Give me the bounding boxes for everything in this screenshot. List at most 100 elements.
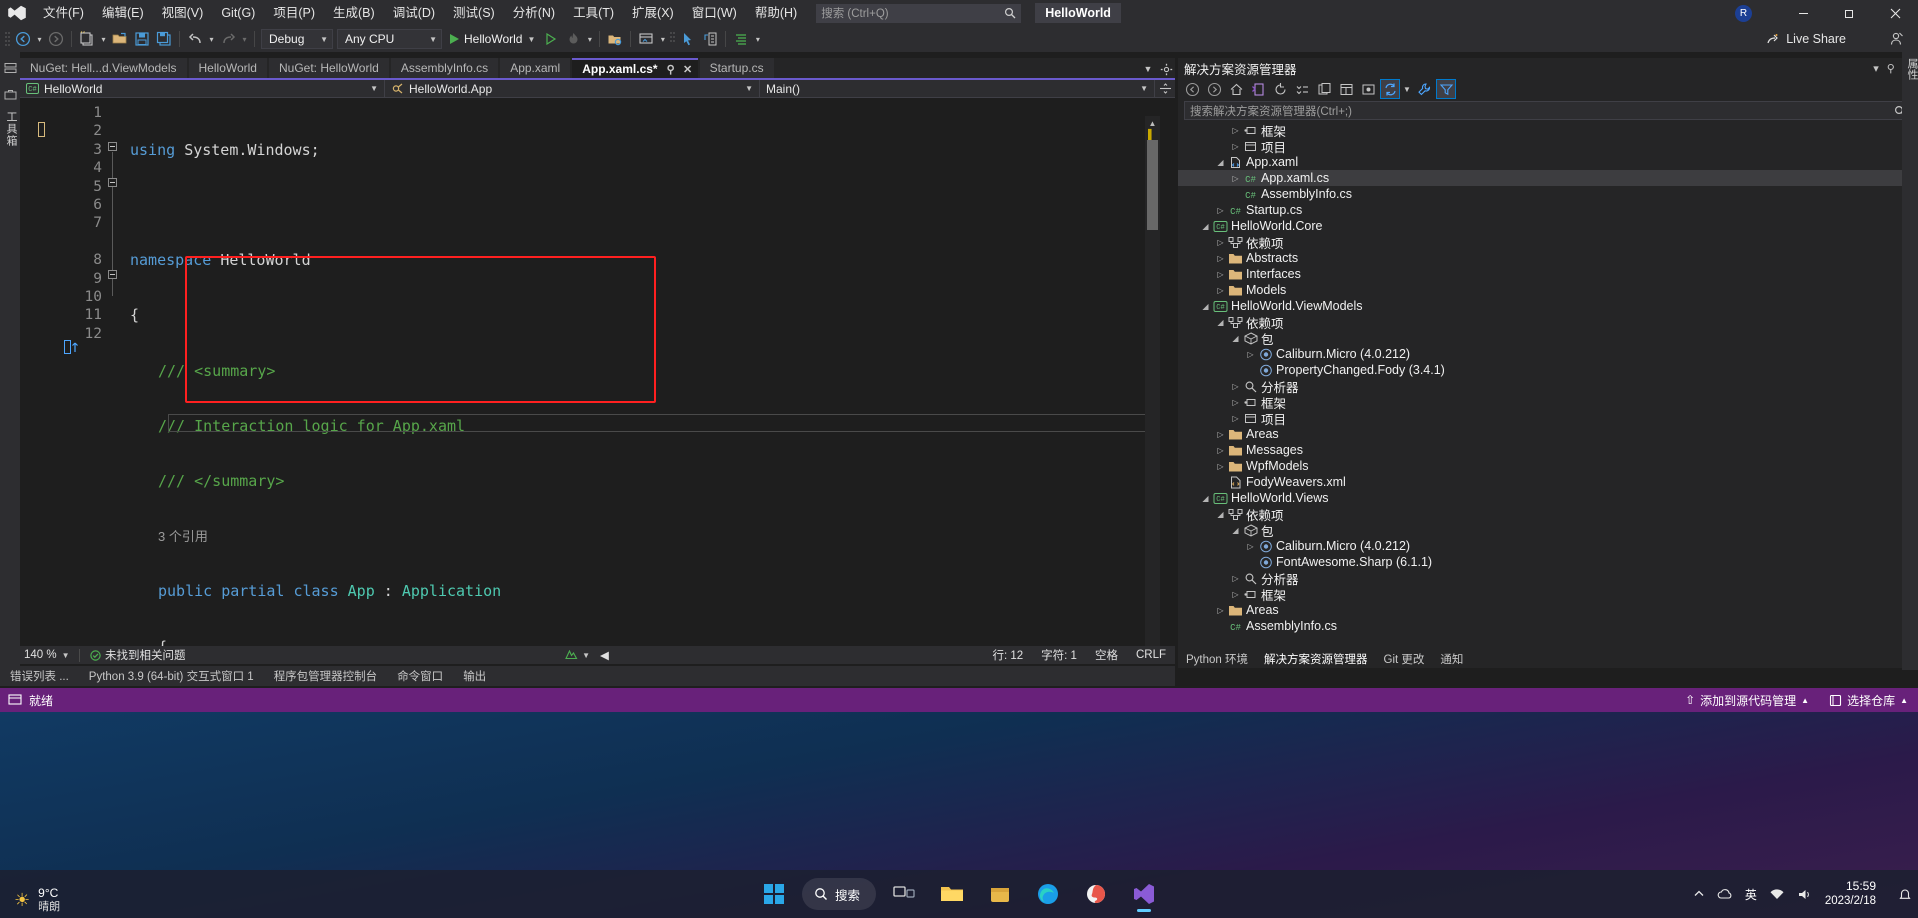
refresh-icon[interactable] bbox=[1270, 79, 1290, 99]
preview-selected-icon[interactable] bbox=[1358, 79, 1378, 99]
volume-icon[interactable] bbox=[1797, 888, 1813, 901]
notification-bell-icon[interactable] bbox=[1898, 887, 1912, 901]
tree-item[interactable]: ◢ App.xaml bbox=[1178, 154, 1918, 170]
sidebar-item-properties[interactable]: 属性 bbox=[1902, 52, 1918, 86]
expanded-chevron-icon[interactable]: ◢ bbox=[1229, 522, 1242, 538]
tab-startup-cs[interactable]: Startup.cs bbox=[699, 58, 774, 78]
indentation-mode[interactable]: 空格 bbox=[1086, 647, 1127, 663]
code-text[interactable]: using System.Windows; namespace HelloWor… bbox=[130, 104, 501, 646]
select-folder-icon[interactable] bbox=[604, 28, 626, 50]
navigate-forward-icon[interactable] bbox=[45, 28, 67, 50]
edge-browser-button[interactable] bbox=[1028, 874, 1068, 914]
show-all-files-icon[interactable] bbox=[1314, 79, 1334, 99]
tree-item[interactable]: ▷ 分析器 bbox=[1178, 378, 1918, 395]
bottom-tab-solution-explorer[interactable]: 解决方案资源管理器 bbox=[1256, 651, 1376, 667]
fold-namespace-toggle[interactable] bbox=[108, 142, 117, 151]
sync-with-active-document-icon[interactable] bbox=[1380, 79, 1400, 99]
collapsed-chevron-icon[interactable]: ▷ bbox=[1214, 266, 1227, 282]
panel-tab-python-interactive[interactable]: Python 3.9 (64-bit) 交互式窗口 1 bbox=[79, 668, 264, 684]
store-button[interactable] bbox=[980, 874, 1020, 914]
split-left-icon[interactable]: ◀ bbox=[595, 648, 614, 662]
tree-item[interactable]: FodyWeavers.xml bbox=[1178, 474, 1918, 490]
tree-item[interactable]: ◢ C# HelloWorld.Views bbox=[1178, 490, 1918, 506]
menu-file[interactable]: 文件(F) bbox=[34, 4, 93, 23]
sidebar-item-toolbox[interactable]: 工具箱 bbox=[0, 104, 22, 154]
collapsed-chevron-icon[interactable]: ▷ bbox=[1244, 346, 1257, 362]
panel-tab-output[interactable]: 输出 bbox=[453, 668, 496, 684]
expanded-chevron-icon[interactable]: ◢ bbox=[1199, 490, 1212, 506]
quick-search-input[interactable]: 搜索 (Ctrl+Q) bbox=[816, 3, 1022, 23]
tree-item[interactable]: ▷ 依赖项 bbox=[1178, 234, 1918, 251]
solution-name-chip[interactable]: HelloWorld bbox=[1035, 3, 1121, 23]
tree-item[interactable]: ▷ 项目 bbox=[1178, 138, 1918, 155]
tree-item[interactable]: ▷ Caliburn.Micro (4.0.212) bbox=[1178, 538, 1918, 554]
collapsed-chevron-icon[interactable]: ▷ bbox=[1229, 570, 1242, 586]
collapsed-chevron-icon[interactable]: ▷ bbox=[1214, 426, 1227, 442]
solution-configuration-combo[interactable]: Debug ▼ bbox=[261, 29, 333, 49]
tree-item[interactable]: ◢ C# HelloWorld.ViewModels bbox=[1178, 298, 1918, 314]
navigate-backward-icon[interactable] bbox=[12, 28, 34, 50]
undo-icon[interactable] bbox=[184, 28, 206, 50]
pointer-select-icon[interactable] bbox=[677, 28, 699, 50]
filter-icon[interactable] bbox=[1436, 79, 1456, 99]
collapsed-chevron-icon[interactable]: ▷ bbox=[1214, 282, 1227, 298]
back-icon[interactable] bbox=[1182, 79, 1202, 99]
solution-explorer-tree[interactable]: ▷ 框架 ▷ 项目 ◢ App.xaml ▷ C# App.xaml.cs C# AssemblyI… bbox=[1178, 122, 1918, 642]
paint-button[interactable] bbox=[1076, 874, 1116, 914]
collapsed-chevron-icon[interactable]: ▷ bbox=[1229, 122, 1242, 138]
home-icon[interactable] bbox=[1226, 79, 1246, 99]
collapsed-chevron-icon[interactable]: ▷ bbox=[1244, 538, 1257, 554]
pin-tab-icon[interactable]: ⚲ bbox=[665, 63, 677, 76]
fold-doccomment-toggle[interactable] bbox=[108, 178, 117, 187]
window-layout-icon[interactable] bbox=[635, 28, 657, 50]
ime-indicator[interactable]: 英 bbox=[1745, 886, 1757, 903]
menu-git[interactable]: Git(G) bbox=[212, 4, 264, 23]
align-lines-icon[interactable] bbox=[730, 28, 752, 50]
navigate-backward-dropdown-icon[interactable]: ▾ bbox=[34, 28, 45, 50]
window-layout-dropdown-icon[interactable]: ▾ bbox=[657, 28, 668, 50]
scroll-up-icon[interactable]: ▲ bbox=[1145, 116, 1160, 131]
menu-help[interactable]: 帮助(H) bbox=[746, 4, 806, 23]
new-project-dropdown-icon[interactable]: ▾ bbox=[98, 28, 109, 50]
start-debugging-button[interactable]: HelloWorld ▼ bbox=[444, 28, 540, 50]
tree-item[interactable]: ▷ Areas bbox=[1178, 426, 1918, 442]
taskbar-time[interactable]: 15:59 bbox=[1846, 879, 1876, 893]
maximize-button[interactable] bbox=[1826, 0, 1872, 26]
select-repository-button[interactable]: 选择仓库 ▲ bbox=[1819, 688, 1918, 712]
fold-class-toggle[interactable] bbox=[108, 270, 117, 279]
new-project-icon[interactable] bbox=[76, 28, 98, 50]
tree-item[interactable]: ▷ C# Startup.cs bbox=[1178, 202, 1918, 218]
panel-float-icon[interactable]: ▾ bbox=[1873, 62, 1879, 75]
close-button[interactable] bbox=[1872, 0, 1918, 26]
menu-project[interactable]: 项目(P) bbox=[264, 4, 324, 23]
expanded-chevron-icon[interactable]: ◢ bbox=[1214, 154, 1227, 170]
codelens-anchor-icon[interactable] bbox=[64, 338, 90, 356]
solution-platform-combo[interactable]: Any CPU ▼ bbox=[337, 29, 442, 49]
feedback-icon[interactable] bbox=[1886, 28, 1908, 50]
tree-item[interactable]: C# AssemblyInfo.cs bbox=[1178, 618, 1918, 634]
live-visual-tree-icon[interactable] bbox=[699, 28, 721, 50]
tree-item[interactable]: ▷ C# App.xaml.cs bbox=[1178, 170, 1918, 186]
add-to-source-control-button[interactable]: ⇧ 添加到源代码管理 ▲ bbox=[1675, 688, 1819, 712]
tree-item[interactable]: ▷ 框架 bbox=[1178, 122, 1918, 139]
tree-item[interactable]: ▷ WpfModels bbox=[1178, 458, 1918, 474]
tree-item[interactable]: ◢ 依赖项 bbox=[1178, 314, 1918, 331]
bottom-tab-python-env[interactable]: Python 环境 bbox=[1178, 651, 1256, 667]
tray-cloud-icon[interactable] bbox=[1717, 888, 1733, 900]
task-view-button[interactable] bbox=[884, 874, 924, 914]
toolbox-icon[interactable] bbox=[0, 84, 20, 104]
menu-edit[interactable]: 编辑(E) bbox=[93, 4, 153, 23]
tab-nuget-helloworld[interactable]: NuGet: HelloWorld bbox=[268, 58, 389, 78]
taskbar-date[interactable]: 2023/2/18 bbox=[1825, 894, 1876, 909]
tree-item[interactable]: ▷ 框架 bbox=[1178, 586, 1918, 603]
tab-nuget-viewmodels[interactable]: NuGet: Hell...d.ViewModels bbox=[20, 58, 187, 78]
collapsed-chevron-icon[interactable]: ▷ bbox=[1214, 442, 1227, 458]
solution-tools-icon[interactable] bbox=[1414, 79, 1434, 99]
toolbar-grip-2[interactable] bbox=[668, 31, 677, 47]
expanded-chevron-icon[interactable]: ◢ bbox=[1214, 314, 1227, 330]
pending-changes-icon[interactable] bbox=[1248, 79, 1268, 99]
tree-item[interactable]: ▷ Models bbox=[1178, 282, 1918, 298]
hot-reload-dropdown-icon[interactable]: ▾ bbox=[584, 28, 595, 50]
save-icon[interactable] bbox=[131, 28, 153, 50]
close-tab-icon[interactable]: ✕ bbox=[682, 63, 694, 76]
